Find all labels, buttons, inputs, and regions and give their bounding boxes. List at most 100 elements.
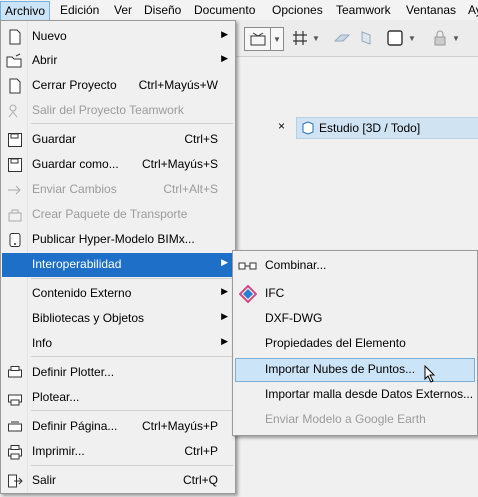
menu-item-info[interactable]: Info ▶ [2, 332, 234, 356]
open-folder-icon [6, 52, 24, 70]
menu-item-label: DXF-DWG [265, 311, 323, 325]
menu-item-guardar[interactable]: Guardar Ctrl+S [2, 128, 234, 152]
close-project-icon [6, 77, 24, 95]
section-icon[interactable] [356, 27, 376, 49]
menu-item-enviar-cambios[interactable]: Enviar Cambios Ctrl+Alt+S [2, 178, 234, 202]
menu-item-definir-pagina[interactable]: Definir Página... Ctrl+Mayús+P [2, 415, 234, 439]
merge-icon [238, 257, 258, 275]
shortcut-text: Ctrl+Mayús+P [141, 419, 218, 433]
menu-item-paquete-transporte[interactable]: Crear Paquete de Transporte [2, 203, 234, 227]
menu-teamwork[interactable]: Teamwork [332, 0, 395, 20]
save-as-icon [6, 156, 24, 174]
submenu-arrow-icon: ▶ [221, 53, 228, 63]
menu-item-label: Definir Plotter... [32, 365, 115, 379]
menu-item-label: Enviar Cambios [32, 182, 117, 196]
separator [31, 123, 233, 124]
separator [31, 410, 233, 411]
submenu-item-propiedades[interactable]: Propiedades del Elemento [235, 332, 475, 356]
package-icon [6, 206, 24, 224]
menu-item-label: IFC [265, 286, 285, 300]
shortcut-text: Ctrl+S [184, 132, 218, 146]
menu-ayuda[interactable]: Ay [464, 0, 478, 20]
menu-edicion[interactable]: Edición [56, 0, 103, 20]
menu-item-label: Crear Paquete de Transporte [32, 207, 188, 221]
menu-item-label: Contenido Externo [32, 286, 132, 300]
ifc-icon [238, 285, 258, 303]
3d-view-icon [302, 121, 314, 135]
menu-item-bibliotecas[interactable]: Bibliotecas y Objetos ▶ [2, 307, 234, 331]
plot-icon [6, 389, 24, 407]
menu-item-plotear[interactable]: Plotear... [2, 386, 234, 410]
menu-item-label: Imprimir... [32, 444, 85, 458]
menu-item-salir[interactable]: Salir Ctrl+Q [2, 469, 234, 493]
submenu-item-importar-malla[interactable]: Importar malla desde Datos Externos... [235, 383, 475, 407]
submenu-item-ifc[interactable]: IFC [235, 282, 475, 306]
menu-archivo[interactable]: Archivo [0, 1, 51, 21]
submenu-arrow-icon: ▶ [221, 311, 228, 321]
menu-item-cerrar-proyecto[interactable]: Cerrar Proyecto Ctrl+Mayús+W [2, 74, 234, 98]
bimx-icon [6, 231, 24, 249]
menu-item-imprimir[interactable]: Imprimir... Ctrl+P [2, 440, 234, 464]
separator [31, 465, 233, 466]
menu-item-nuevo[interactable]: Nuevo ▶ [2, 25, 234, 49]
menu-item-guardar-como[interactable]: Guardar como... Ctrl+Mayús+S [2, 153, 234, 177]
submenu-item-google-earth[interactable]: Enviar Modelo a Google Earth [235, 408, 475, 432]
tab-close-icon[interactable]: × [278, 119, 285, 133]
frame-dropdown-icon[interactable]: ▼ [406, 27, 418, 49]
menu-item-label: Definir Página... [32, 419, 118, 433]
submenu-arrow-icon: ▶ [221, 257, 228, 267]
printer-icon [6, 443, 24, 461]
shortcut-text: Ctrl+Alt+S [163, 182, 218, 196]
tab-row: × Estudio [3D / Todo] [236, 116, 478, 139]
menu-item-publicar-bimx[interactable]: Publicar Hyper-Modelo BIMx... [2, 228, 234, 252]
lock-dropdown-icon[interactable]: ▼ [450, 27, 462, 49]
separator [31, 356, 233, 357]
menu-item-contenido-externo[interactable]: Contenido Externo ▶ [2, 282, 234, 306]
interoperabilidad-submenu: Combinar... IFC DXF-DWG Propiedades del … [232, 250, 478, 436]
menu-item-label: Combinar... [265, 258, 327, 272]
frame-icon[interactable] [384, 27, 406, 49]
menu-diseno[interactable]: Diseño [140, 0, 185, 20]
submenu-item-combinar[interactable]: Combinar... [235, 254, 475, 278]
menu-opciones[interactable]: Opciones [268, 0, 327, 20]
save-icon [6, 131, 24, 149]
menu-item-salir-teamwork[interactable]: Salir del Proyecto Teamwork [2, 99, 234, 123]
menu-item-interoperabilidad[interactable]: Interoperabilidad ▶ [2, 253, 234, 277]
menu-item-label: Guardar como... [32, 157, 119, 171]
submenu-arrow-icon: ▶ [221, 29, 228, 39]
tab-label: Estudio [3D / Todo] [319, 121, 421, 135]
leave-teamwork-icon [6, 102, 24, 120]
submenu-arrow-icon: ▶ [221, 286, 228, 296]
lock-icon[interactable] [430, 27, 450, 49]
view-dropdown-icon[interactable]: ▼ [270, 27, 284, 51]
plotter-icon [6, 364, 24, 382]
menu-item-label: Cerrar Proyecto [32, 78, 117, 92]
submenu-arrow-icon: ▶ [221, 336, 228, 346]
menu-item-abrir[interactable]: Abrir ▶ [2, 49, 234, 73]
send-changes-icon [6, 181, 24, 199]
menu-ver[interactable]: Ver [110, 0, 136, 20]
menu-item-definir-plotter[interactable]: Definir Plotter... [2, 361, 234, 385]
menu-bar: Archivo Edición Ver Diseño Documento Opc… [0, 0, 478, 21]
menu-item-label: Salir del Proyecto Teamwork [32, 103, 184, 117]
shortcut-text: Ctrl+Mayús+S [141, 157, 218, 171]
page-setup-icon [6, 418, 24, 436]
submenu-item-dxf-dwg[interactable]: DXF-DWG [235, 307, 475, 331]
grid-dropdown-icon[interactable]: ▼ [310, 27, 322, 49]
menu-documento[interactable]: Documento [190, 0, 259, 20]
menu-item-label: Salir [32, 473, 57, 487]
menu-item-label: Nuevo [32, 29, 67, 43]
submenu-item-importar-nubes[interactable]: Importar Nubes de Puntos... [235, 358, 475, 383]
grid-icon[interactable] [290, 27, 310, 49]
view-icon[interactable] [244, 27, 272, 51]
exit-icon [6, 472, 24, 490]
menu-ventanas[interactable]: Ventanas [402, 0, 460, 20]
new-file-icon [6, 28, 24, 46]
menu-item-label: Propiedades del Elemento [265, 336, 406, 350]
shortcut-text: Ctrl+Q [182, 473, 218, 487]
plane-icon[interactable] [332, 27, 352, 49]
tab-estudio-3d[interactable]: Estudio [3D / Todo] [296, 117, 478, 139]
menu-item-label: Publicar Hyper-Modelo BIMx... [32, 232, 195, 246]
menu-item-label: Importar Nubes de Puntos... [265, 362, 416, 376]
archivo-menu: Nuevo ▶ Abrir ▶ Cerrar Proyecto Ctrl+May… [0, 20, 236, 494]
